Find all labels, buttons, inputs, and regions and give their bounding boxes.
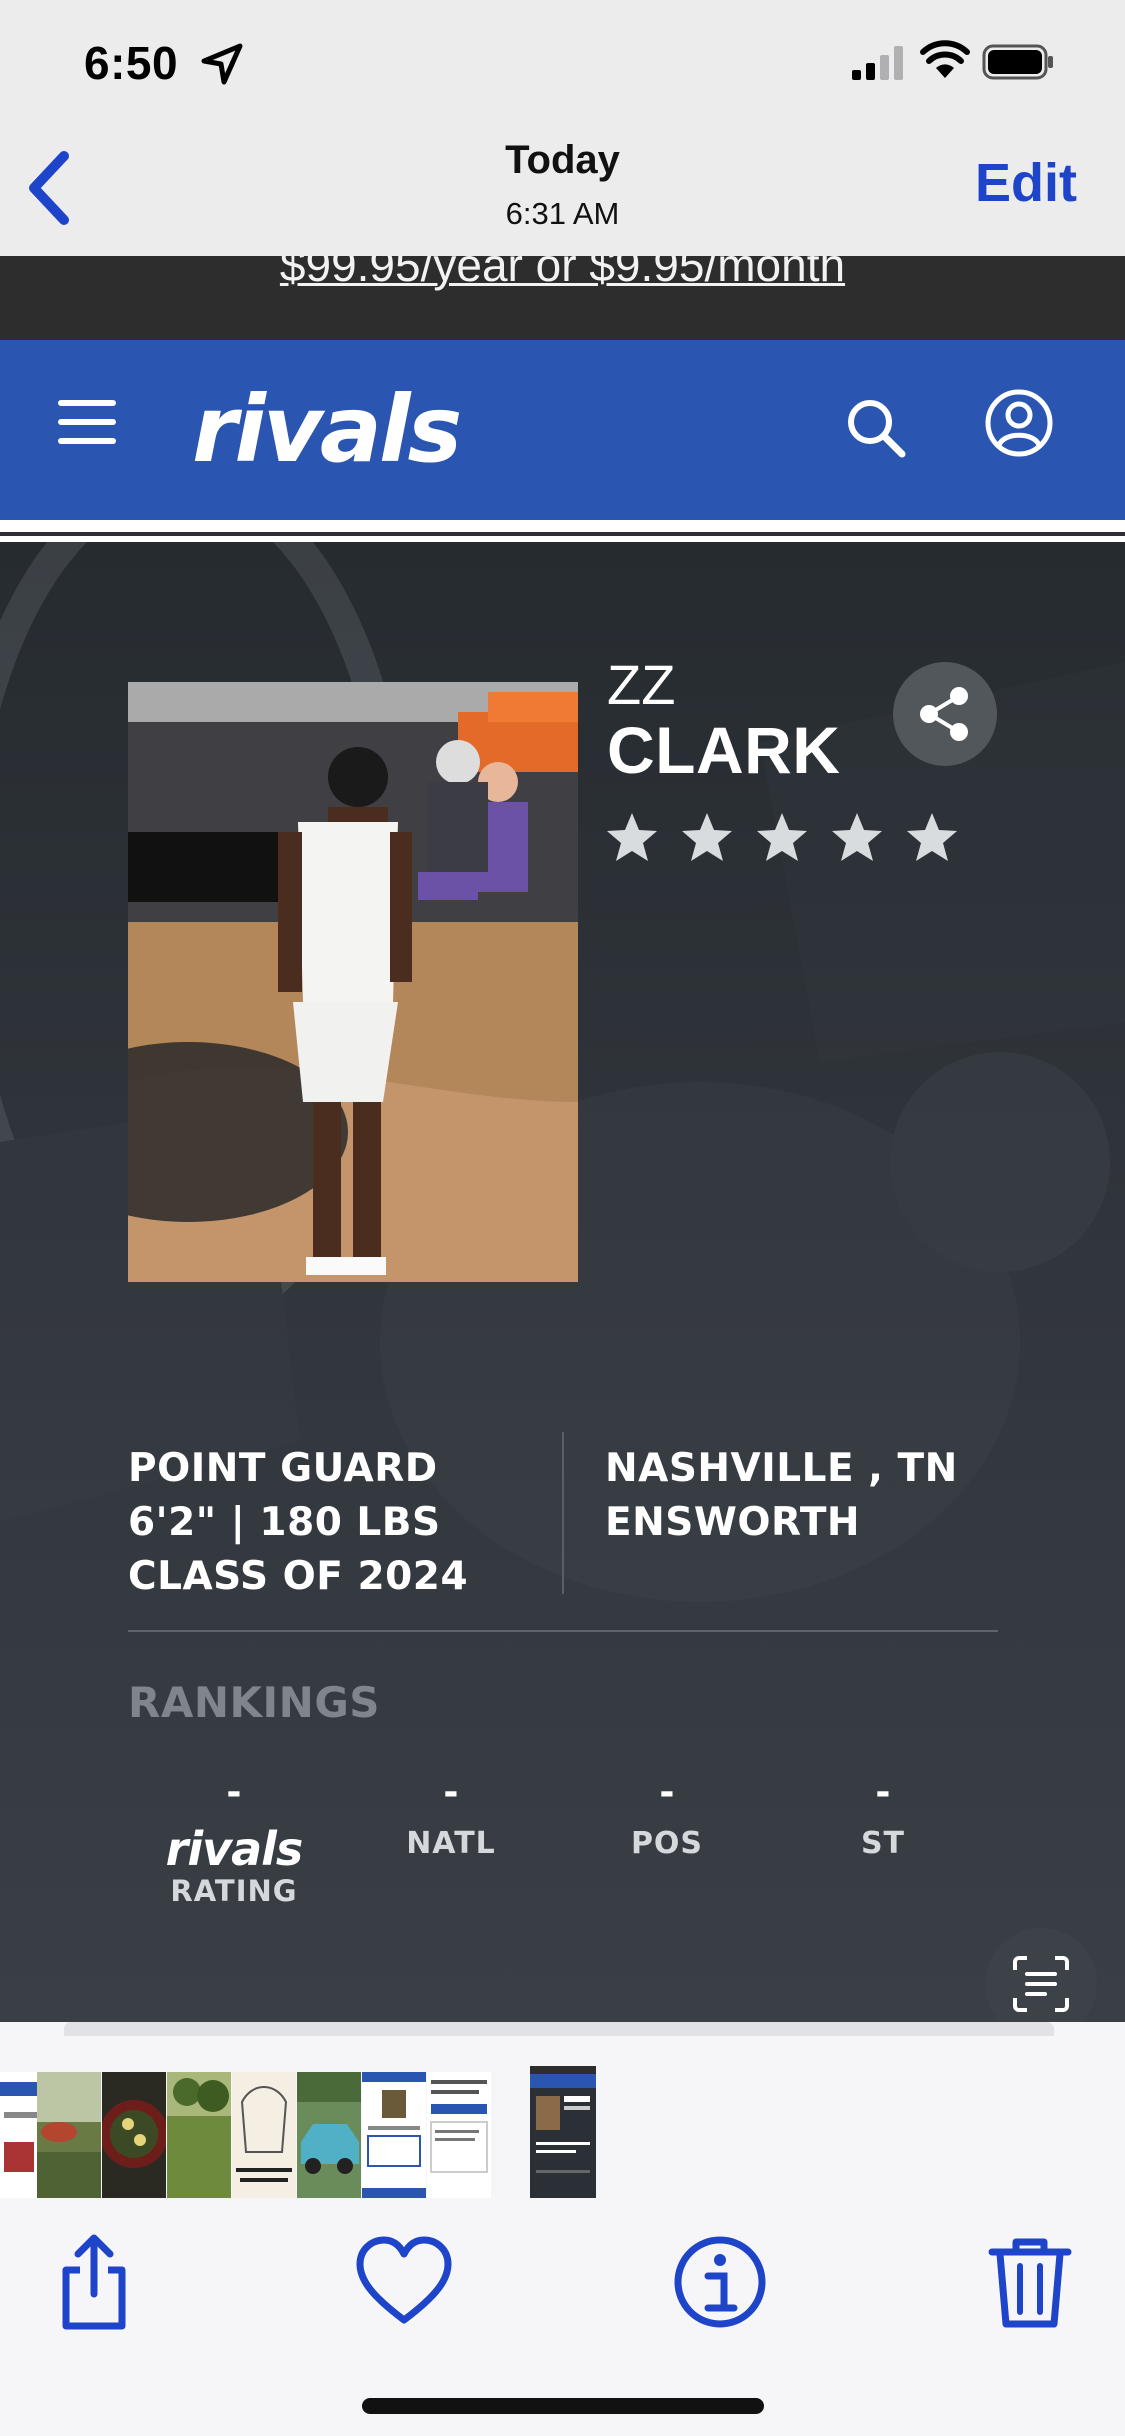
sheet-edge [64,2022,1054,2036]
status-time: 6:50 [84,37,179,89]
trash-icon[interactable] [980,2232,1080,2332]
star-rating [604,810,974,870]
player-school: ENSWORTH [605,1500,861,1545]
player-last-name: CLARK [607,713,841,787]
live-text-scan-icon [1013,1956,1069,2012]
hamburger-menu-icon [58,400,116,444]
player-hometown: NASHVILLE , TN [605,1446,958,1491]
promo-banner: $99.95/year or $9.95/month [0,256,1125,340]
star-icon [832,813,882,861]
player-bio-right: NASHVILLE , TN ENSWORTH [605,1442,958,1550]
photos-viewer: 6:50 Today 6:31 AM Edit $99.95/year or $… [0,0,1125,2436]
info-icon[interactable] [670,2232,770,2332]
promo-price-link: $99.95/year or $9.95/month [279,256,846,291]
rivals-logo: rivals [192,376,462,483]
rivals-rating-logo: rivals [165,1822,304,1876]
thumbnail[interactable] [37,2072,101,2198]
ranking-label: POS [630,1826,704,1861]
home-indicator[interactable] [362,2398,764,2414]
user-account-icon [985,389,1053,457]
photo-content[interactable]: $99.95/year or $9.95/month rivals ZZ CLA… [0,256,1125,2022]
ranking-position: - POS [557,1766,777,1861]
ranking-value: - [443,1766,459,1815]
thumbnail-strip[interactable] [0,2066,1125,2220]
wifi-icon [920,40,970,78]
player-photo-image [128,682,578,1282]
thumbnail-current[interactable] [530,2066,596,2198]
ranking-label: NATL [406,1826,496,1861]
signal-icon [852,46,903,80]
share-button[interactable] [893,662,997,766]
rankings-title: RANKINGS [128,1678,381,1727]
share-icon[interactable] [44,2232,144,2332]
player-bio-left: POINT GUARD 6'2" | 180 LBS CLASS OF 2024 [128,1442,468,1604]
ranking-national: - NATL [341,1766,561,1861]
player-class: CLASS OF 2024 [128,1554,469,1599]
ranking-label: RATING [170,1874,298,1908]
thumbnail[interactable] [427,2072,491,2198]
player-photo [128,682,578,1282]
star-icon [907,813,957,861]
player-size: 6'2" | 180 LBS [128,1500,441,1545]
divider-line [0,532,1125,536]
battery-icon [982,44,1053,80]
search-icon [848,400,906,458]
thumbnail[interactable] [167,2072,231,2198]
thumbnail[interactable] [362,2072,426,2198]
divider [0,520,1125,542]
thumbnail[interactable] [102,2072,166,2198]
section-divider [128,1630,998,1632]
player-first-name: ZZ [607,653,676,716]
player-position: POINT GUARD [128,1446,438,1491]
heart-icon[interactable] [354,2232,454,2332]
nav-subtitle: 6:31 AM [505,196,620,231]
star-icon [607,813,657,861]
ranking-state: - ST [773,1766,993,1861]
ranking-value: - [875,1766,891,1815]
player-profile-card: ZZ CLARK POINT GUARD 6'2" | 180 LBS CLAS… [0,542,1125,2022]
star-icon [757,813,807,861]
thumbnail[interactable] [232,2072,296,2198]
info-divider [562,1432,564,1594]
ranking-value: - [659,1766,675,1815]
ranking-label: ST [860,1826,906,1861]
location-arrow-icon [201,43,243,85]
photos-bottom-bar [0,2022,1125,2436]
thumbnail[interactable] [297,2072,361,2198]
ranking-value: - [226,1766,242,1815]
star-icon [682,813,732,861]
share-nodes-icon [920,687,968,741]
ranking-rivals-rating: - rivals RATING [124,1766,344,1908]
rivals-header: rivals [0,340,1125,520]
nav-title: Today [505,138,620,182]
edit-button[interactable]: Edit [975,152,1077,214]
